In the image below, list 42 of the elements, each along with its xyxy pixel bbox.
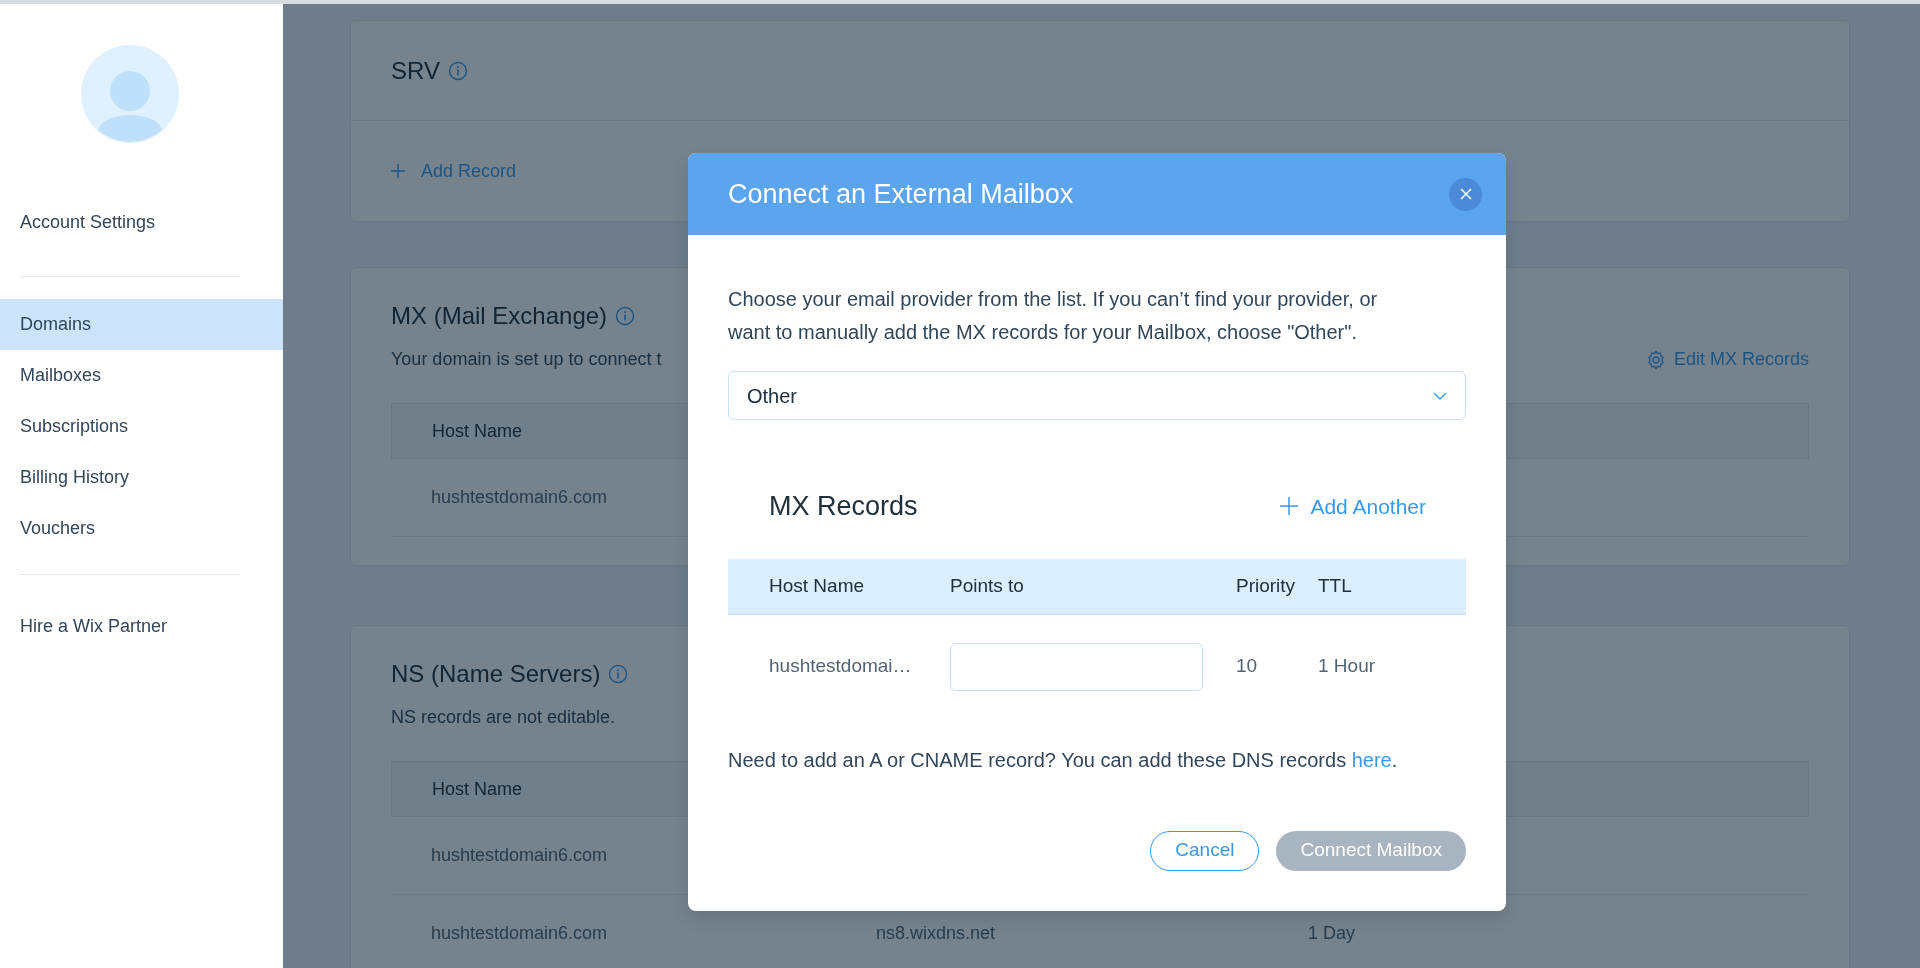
column-header: Host Name (432, 777, 523, 801)
plus-icon (1280, 497, 1299, 516)
info-icon[interactable] (615, 306, 636, 326)
sidebar-item[interactable]: Vouchers (0, 503, 283, 554)
chevron-down-icon (1433, 391, 1447, 400)
column-header: Host Name (432, 419, 523, 443)
instructions-text: Choose your email provider from the list. If you can’t find your provider, or want to manually add the MX records for your Mailbox, choose "Other". (728, 287, 1379, 345)
table-cell-text: hushtestdomain6.com (431, 486, 608, 509)
hire-partner-link[interactable]: Hire a Wix Partner (20, 613, 168, 640)
mx-records-heading: MX Records (769, 490, 918, 523)
sidebar-item[interactable]: Subscriptions (0, 401, 283, 452)
table-cell-text: hushtestdomain6.com (431, 844, 608, 867)
plus-icon (391, 164, 405, 178)
section-title: SRV (391, 55, 440, 86)
sidebar-item[interactable]: Mailboxes (0, 350, 283, 401)
info-icon[interactable] (447, 60, 468, 81)
dialog-title: Connect an External Mailbox (728, 177, 1074, 211)
table-cell-text: hushtestdomai… (769, 654, 913, 679)
table-cell-text: 10 (1236, 654, 1259, 679)
provider-dropdown[interactable]: Other (728, 371, 1466, 420)
sidebar-item[interactable]: Domains (0, 299, 283, 350)
column-header: Points to (950, 573, 1025, 598)
avatar-icon (81, 45, 179, 143)
close-button[interactable] (1449, 177, 1482, 211)
account-settings-link[interactable]: Account Settings (20, 209, 156, 236)
gear-icon (1645, 349, 1666, 370)
dns-records-note: Need to add an A or CNAME record? You can add these DNS records here. (728, 747, 1399, 773)
section-title: MX (Mail Exchange) (391, 301, 608, 331)
column-header: TTL (1318, 573, 1353, 598)
table-cell-text: hushtestdomain6.com (431, 922, 608, 945)
column-header: Host Name (769, 573, 866, 598)
table-cell-text: 1 Hour (1318, 654, 1377, 679)
close-icon (1459, 188, 1472, 200)
table-cell-text: ns8.wixdns.net (876, 922, 996, 945)
info-icon[interactable] (608, 664, 629, 684)
sidebar-item[interactable]: Billing History (0, 452, 283, 503)
table-cell-text: 1 Day (1308, 922, 1356, 945)
section-description: Your domain is set up to connect t (391, 348, 662, 371)
section-title: NS (Name Servers) (391, 659, 601, 689)
points-to-field[interactable] (950, 642, 1203, 691)
section-description: NS records are not editable. (391, 706, 616, 729)
column-header: Priority (1236, 573, 1297, 598)
